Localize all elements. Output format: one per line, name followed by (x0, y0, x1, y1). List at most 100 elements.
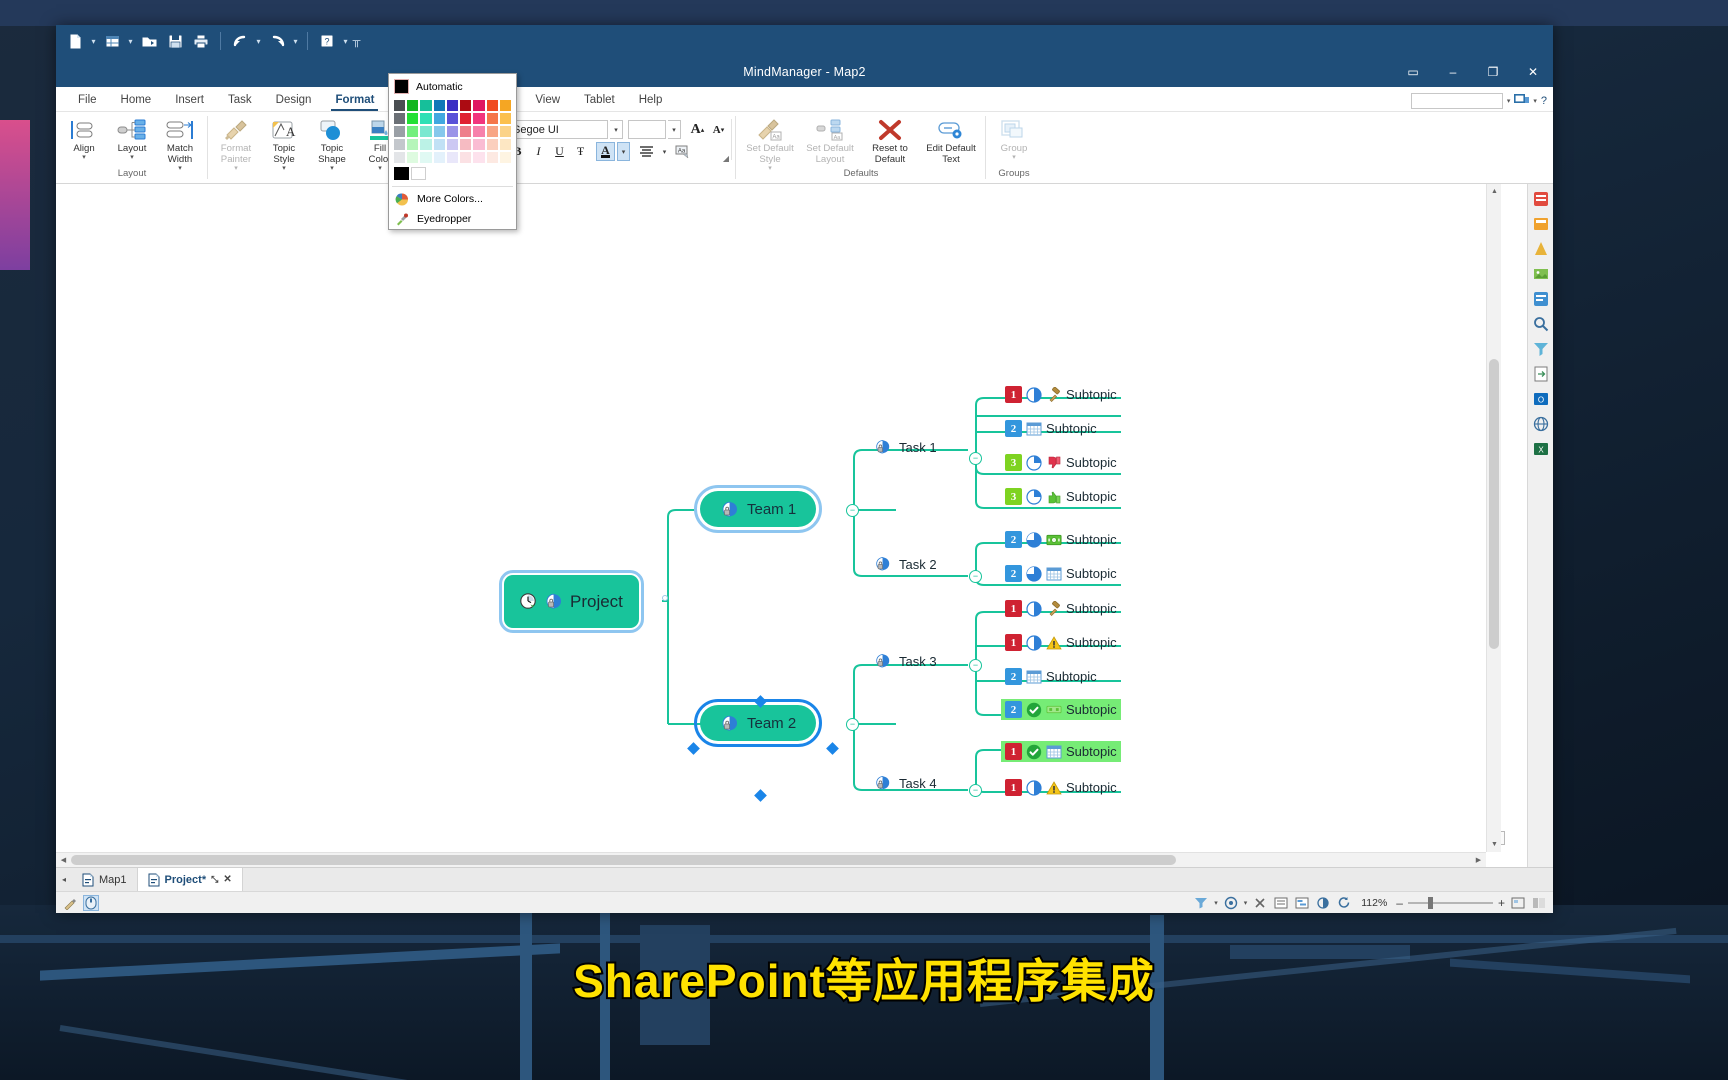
match-width-button[interactable]: Match Width ▾ (156, 115, 204, 173)
color-swatch[interactable] (499, 152, 511, 163)
color-swatch[interactable] (394, 126, 406, 137)
document-tab-map1[interactable]: Map1 (72, 868, 138, 891)
mindmap-subtopic[interactable]: 1 Subtopic (1001, 777, 1121, 798)
color-swatch[interactable] (394, 100, 406, 111)
scroll-left-arrow[interactable]: ◀ (56, 853, 71, 868)
mindmap-subtopic[interactable]: 1 Subtopic (1001, 384, 1121, 405)
outline-view-icon[interactable] (1273, 895, 1289, 911)
tab-task[interactable]: Task (216, 90, 264, 111)
color-swatch[interactable] (433, 139, 445, 150)
tab-home[interactable]: Home (109, 90, 164, 111)
new-document-icon[interactable] (63, 29, 87, 53)
color-swatch[interactable] (407, 126, 419, 137)
color-swatch[interactable] (486, 152, 498, 163)
color-swatch[interactable] (420, 126, 432, 137)
tab-design[interactable]: Design (264, 90, 324, 111)
clear-filter-icon[interactable] (1252, 895, 1268, 911)
color-swatch[interactable] (407, 152, 419, 163)
color-swatch[interactable] (486, 126, 498, 137)
underline-button[interactable]: U (550, 142, 569, 161)
mindmap-subtopic[interactable]: 2 Subtopic (1001, 529, 1121, 550)
redo-icon[interactable] (265, 29, 289, 53)
color-swatch[interactable] (420, 152, 432, 163)
images-panel-icon[interactable] (1530, 263, 1551, 284)
color-swatch[interactable] (446, 100, 459, 111)
color-swatch[interactable] (407, 139, 419, 150)
help-question-icon[interactable]: ? (1541, 95, 1547, 107)
color-swatch[interactable] (460, 152, 472, 163)
set-default-layout-button[interactable]: Aa Set Default Layout (800, 115, 860, 165)
color-swatch[interactable] (433, 113, 445, 124)
mindmap-branch-team2[interactable]: Team 2 (693, 699, 823, 747)
close-button[interactable]: ✕ (1513, 57, 1553, 87)
scroll-down-arrow[interactable]: ▼ (1487, 837, 1502, 852)
color-swatch[interactable] (433, 126, 445, 137)
mindmap-task-4[interactable]: Task 4 (874, 775, 937, 792)
tab-view[interactable]: View (523, 90, 572, 111)
collapse-button-task4[interactable]: − (969, 784, 982, 797)
color-swatch[interactable] (473, 139, 485, 150)
font-color-caret-icon[interactable]: ▾ (617, 142, 630, 161)
new-document-caret[interactable]: ▾ (88, 29, 99, 53)
zoom-out-button[interactable]: – (1396, 896, 1403, 910)
minimize-button[interactable]: – (1433, 57, 1473, 87)
color-swatch[interactable] (473, 126, 485, 137)
collapse-button-task1[interactable]: − (969, 452, 982, 465)
mindmap-subtopic[interactable]: 2 Subtopic (1001, 699, 1121, 720)
font-color-button[interactable]: A (596, 142, 615, 161)
font-family-caret-icon[interactable]: ▾ (610, 120, 623, 139)
help-caret[interactable]: ▾ (340, 29, 351, 53)
color-swatch[interactable] (433, 152, 445, 163)
customize-quick-access-icon[interactable]: ╥ (351, 29, 362, 53)
mindmap-subtopic[interactable]: 2 Subtopic (1001, 666, 1101, 687)
shrink-font-button[interactable]: A ▾ (709, 120, 728, 139)
set-default-style-button[interactable]: Aa Set Default Style ▾ (740, 115, 800, 173)
export-icon[interactable] (1530, 363, 1551, 384)
reset-to-default-button[interactable]: Reset to Default (860, 115, 920, 165)
account-icon[interactable] (1514, 93, 1530, 109)
tab-file[interactable]: File (66, 90, 109, 111)
color-swatch[interactable] (473, 100, 485, 111)
color-swatch[interactable] (499, 126, 511, 137)
zoom-in-button[interactable]: + (1498, 896, 1505, 910)
mindmap-subtopic[interactable]: 2 Subtopic (1001, 563, 1121, 584)
color-swatch[interactable] (499, 113, 511, 124)
scroll-right-arrow[interactable]: ▶ (1471, 853, 1486, 868)
color-swatch[interactable] (446, 113, 459, 124)
icons-panel-icon[interactable] (1530, 238, 1551, 259)
mindmap-subtopic[interactable]: 3 Subtopic (1001, 452, 1121, 473)
topic-style-caret-icon[interactable]: ▾ (282, 165, 286, 173)
ribbon-display-options-button[interactable]: ▭ (1393, 57, 1433, 87)
undo-icon[interactable] (228, 29, 252, 53)
layout-button[interactable]: Layout ▾ (108, 115, 156, 162)
zoom-level-label[interactable]: 112% (1361, 897, 1387, 909)
collapse-button-team1[interactable]: − (846, 504, 859, 517)
color-swatch[interactable] (394, 113, 406, 124)
color-swatch[interactable] (407, 100, 419, 111)
tab-tablet[interactable]: Tablet (572, 90, 627, 111)
maximize-button[interactable]: ❐ (1473, 57, 1513, 87)
zoom-slider[interactable] (1407, 896, 1493, 909)
horizontal-scroll-thumb[interactable] (71, 855, 1176, 865)
group-button[interactable]: Group ▾ (990, 115, 1038, 162)
grow-font-button[interactable]: A ▴ (688, 120, 707, 139)
collapse-button-task2[interactable]: − (969, 570, 982, 583)
color-swatch[interactable] (446, 126, 459, 137)
font-color-dropdown[interactable]: Automatic More Colors... Eyedropper (388, 73, 517, 230)
color-swatch-black[interactable] (394, 167, 409, 180)
automatic-color-option[interactable]: Automatic (389, 76, 516, 98)
vertical-scrollbar[interactable]: ▲ ▼ (1486, 184, 1501, 852)
document-tab-project[interactable]: Project* ⤡ ✕ (137, 868, 243, 891)
search-icon[interactable] (1530, 313, 1551, 334)
format-painter-caret-icon[interactable]: ▾ (234, 165, 238, 173)
font-size-input[interactable] (628, 120, 666, 139)
group-caret-icon[interactable]: ▾ (1012, 154, 1016, 162)
mindmap-branch-team1[interactable]: Team 1 (693, 485, 823, 533)
align-button[interactable]: Align ▾ (60, 115, 108, 162)
presentation-view-icon[interactable] (1315, 895, 1331, 911)
mindmap-subtopic[interactable]: 1 Subtopic (1001, 741, 1121, 762)
map-parts-icon[interactable] (1530, 188, 1551, 209)
color-swatch[interactable] (446, 152, 459, 163)
layout-caret-icon[interactable]: ▾ (130, 154, 134, 162)
text-box-button[interactable]: Aa (673, 142, 692, 161)
